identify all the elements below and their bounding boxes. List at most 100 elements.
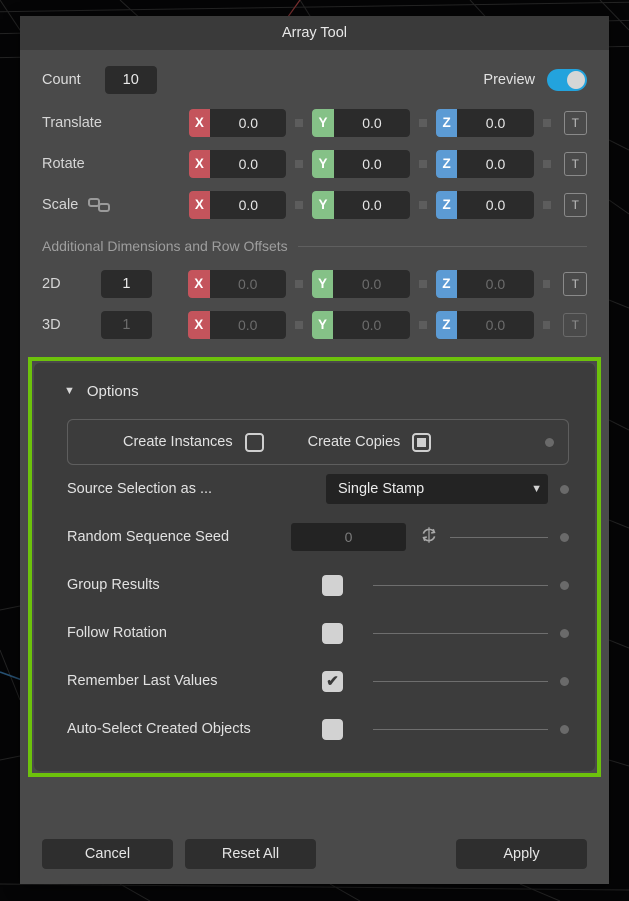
- count-input[interactable]: 10: [104, 66, 157, 94]
- dim-3d-count[interactable]: 1: [100, 310, 152, 339]
- source-selection-dropdown[interactable]: Single Stamp ▼: [326, 474, 548, 504]
- dim-2d-z-value[interactable]: 0.0: [457, 269, 534, 298]
- scale-label: Scale: [42, 196, 79, 213]
- random-seed-slider-track[interactable]: [450, 536, 548, 538]
- scale-z-field[interactable]: Z 0.0: [435, 190, 534, 219]
- dim-2d-x-value[interactable]: 0.0: [209, 269, 286, 298]
- group-results-slider-track[interactable]: [373, 584, 548, 586]
- dim-2d-x-field[interactable]: X 0.0: [187, 269, 286, 298]
- translate-y-value[interactable]: 0.0: [333, 108, 411, 137]
- dim-3d-y-handle[interactable]: [418, 320, 427, 329]
- dim-2d-count[interactable]: 1: [100, 269, 152, 298]
- chevron-down-icon[interactable]: ▼: [64, 385, 75, 397]
- dialog-titlebar[interactable]: Array Tool: [20, 16, 609, 50]
- create-instances-label: Create Instances: [123, 434, 233, 450]
- rotate-x-field[interactable]: X 0.0: [188, 149, 287, 178]
- translate-y-field[interactable]: Y 0.0: [312, 108, 411, 137]
- auto-select-label: Auto-Select Created Objects: [67, 721, 251, 737]
- remember-last-values-checkbox[interactable]: ✔: [322, 670, 343, 692]
- dim-2d-z-handle[interactable]: [542, 279, 551, 288]
- dim-3d-x-field[interactable]: X 0.0: [187, 310, 286, 339]
- translate-z-value[interactable]: 0.0: [457, 108, 534, 137]
- preview-toggle[interactable]: [547, 69, 587, 91]
- axis-y-badge: Y: [312, 149, 334, 178]
- remember-last-values-slider-track[interactable]: [373, 680, 548, 682]
- dim-3d-y-field[interactable]: Y 0.0: [311, 310, 410, 339]
- options-panel: ▼ Options Create Instances Create Copies: [34, 363, 595, 771]
- translate-x-value[interactable]: 0.0: [210, 108, 287, 137]
- dim-3d-x-value[interactable]: 0.0: [209, 310, 286, 339]
- create-copies-option[interactable]: Create Copies: [307, 432, 432, 452]
- axis-x-badge: X: [187, 310, 210, 339]
- translate-z-field[interactable]: Z 0.0: [435, 108, 534, 137]
- scale-y-field[interactable]: Y 0.0: [312, 190, 411, 219]
- apply-button[interactable]: Apply: [456, 839, 587, 869]
- cancel-button[interactable]: Cancel: [42, 839, 173, 869]
- auto-select-checkbox[interactable]: ✔: [322, 718, 343, 740]
- dim-2d-text-button[interactable]: T: [563, 271, 588, 296]
- translate-z-handle[interactable]: [542, 118, 551, 127]
- source-selection-row: Source Selection as ... Single Stamp ▼: [34, 465, 595, 513]
- create-mode-end-dot[interactable]: [545, 437, 554, 447]
- dimension-row-3d: 3D 1 X 0.0 Y 0.0 Z 0.0 T: [20, 304, 609, 345]
- translate-text-button[interactable]: T: [563, 110, 588, 135]
- create-mode-group: Create Instances Create Copies: [67, 419, 569, 465]
- create-instances-option[interactable]: Create Instances: [123, 432, 264, 452]
- scale-x-handle[interactable]: [295, 200, 304, 209]
- rotate-z-handle[interactable]: [542, 159, 551, 168]
- dim-2d-x-handle[interactable]: [294, 279, 303, 288]
- transform-row-rotate: Rotate X 0.0 Y 0.0 Z 0.0 T: [20, 143, 609, 184]
- scale-z-handle[interactable]: [542, 200, 551, 209]
- dim-3d-x-handle[interactable]: [294, 320, 303, 329]
- translate-x-handle[interactable]: [295, 118, 304, 127]
- group-results-end-dot[interactable]: [560, 580, 569, 590]
- rotate-y-handle[interactable]: [419, 159, 427, 168]
- random-seed-input[interactable]: 0: [291, 523, 406, 551]
- dialog-title: Array Tool: [281, 25, 347, 41]
- reset-all-button[interactable]: Reset All: [185, 839, 316, 869]
- rotate-y-field[interactable]: Y 0.0: [312, 149, 411, 178]
- options-header[interactable]: ▼ Options: [34, 377, 595, 405]
- rotate-x-value[interactable]: 0.0: [210, 149, 287, 178]
- follow-rotation-checkbox[interactable]: ✔: [322, 622, 343, 644]
- section-label: Additional Dimensions and Row Offsets: [42, 238, 288, 254]
- source-selection-label: Source Selection as ...: [67, 481, 213, 497]
- rotate-z-field[interactable]: Z 0.0: [435, 149, 534, 178]
- source-selection-end-dot[interactable]: [560, 484, 569, 494]
- preview-label: Preview: [483, 72, 535, 88]
- translate-y-handle[interactable]: [419, 118, 427, 127]
- rotate-y-value[interactable]: 0.0: [333, 149, 411, 178]
- group-results-checkbox[interactable]: ✔: [322, 574, 343, 596]
- dim-3d-y-value[interactable]: 0.0: [333, 310, 410, 339]
- scale-x-field[interactable]: X 0.0: [188, 190, 287, 219]
- translate-x-field[interactable]: X 0.0: [188, 108, 287, 137]
- dim-3d-z-field[interactable]: Z 0.0: [435, 310, 534, 339]
- dim-3d-z-handle[interactable]: [542, 320, 551, 329]
- create-copies-label: Create Copies: [307, 434, 401, 450]
- rotate-z-value[interactable]: 0.0: [457, 149, 534, 178]
- dim-3d-text-button[interactable]: T: [563, 312, 588, 337]
- dim-2d-y-value[interactable]: 0.0: [333, 269, 410, 298]
- scale-y-value[interactable]: 0.0: [333, 190, 411, 219]
- random-seed-end-dot[interactable]: [560, 532, 569, 542]
- dim-2d-z-field[interactable]: Z 0.0: [435, 269, 534, 298]
- auto-select-end-dot[interactable]: [560, 724, 569, 734]
- refresh-icon[interactable]: [420, 526, 438, 549]
- scale-y-handle[interactable]: [419, 200, 427, 209]
- auto-select-slider-track[interactable]: [373, 728, 548, 730]
- dim-2d-y-handle[interactable]: [418, 279, 427, 288]
- auto-select-created-objects-row: Auto-Select Created Objects ✔: [34, 705, 595, 753]
- create-copies-radio[interactable]: [412, 432, 432, 452]
- remember-last-values-end-dot[interactable]: [560, 676, 569, 686]
- follow-rotation-end-dot[interactable]: [560, 628, 569, 638]
- chain-link-icon[interactable]: [88, 197, 111, 212]
- create-instances-radio[interactable]: [244, 432, 264, 452]
- rotate-x-handle[interactable]: [295, 159, 304, 168]
- dim-3d-z-value[interactable]: 0.0: [457, 310, 534, 339]
- scale-text-button[interactable]: T: [563, 192, 588, 217]
- scale-z-value[interactable]: 0.0: [457, 190, 534, 219]
- follow-rotation-slider-track[interactable]: [373, 632, 548, 634]
- rotate-text-button[interactable]: T: [563, 151, 588, 176]
- scale-x-value[interactable]: 0.0: [210, 190, 287, 219]
- dim-2d-y-field[interactable]: Y 0.0: [311, 269, 410, 298]
